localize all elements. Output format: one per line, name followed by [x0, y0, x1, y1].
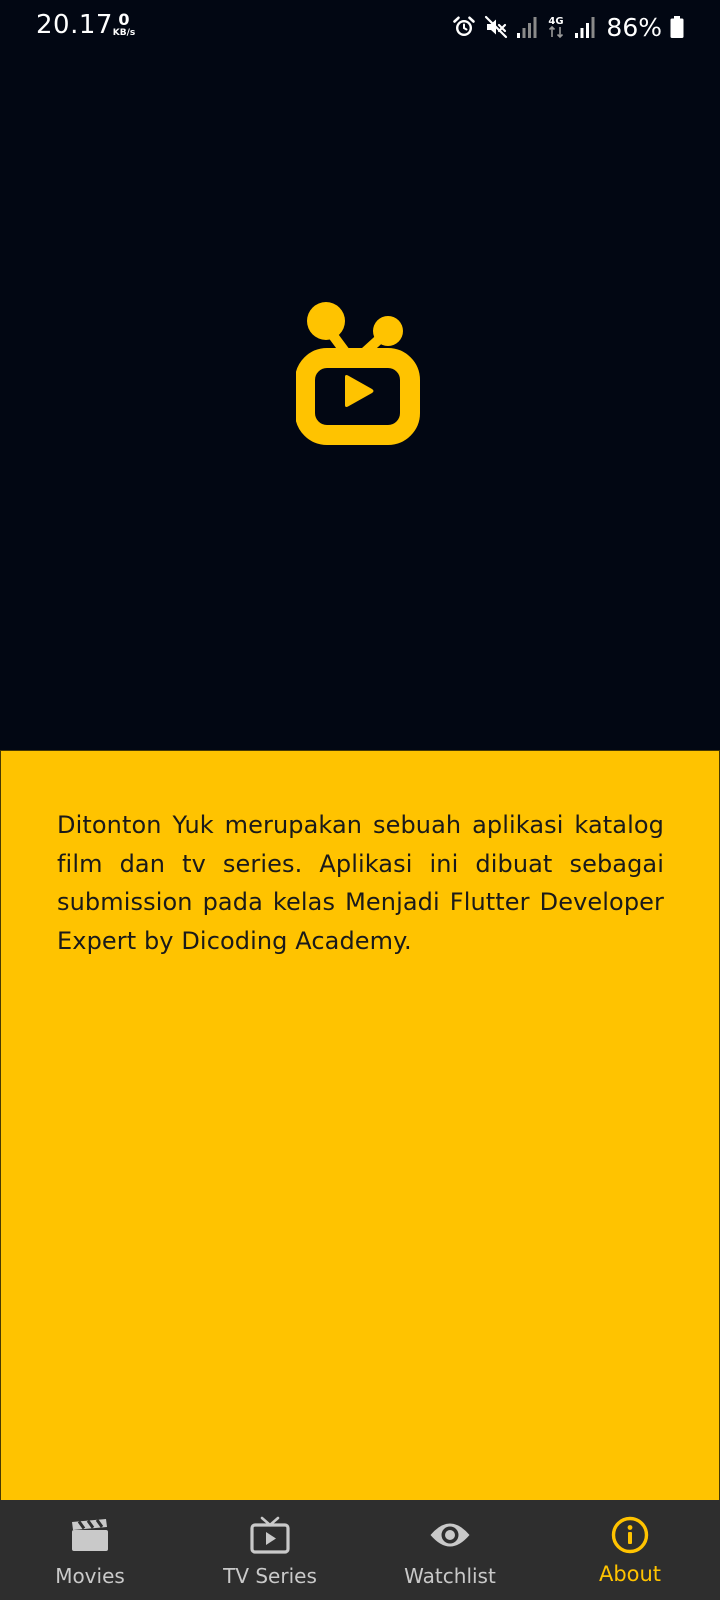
- network-speed-value: 0: [118, 10, 130, 29]
- tv-icon: [249, 1514, 291, 1556]
- tv-play-logo-icon: [296, 302, 420, 445]
- network-speed-unit: KB/s: [112, 28, 136, 38]
- about-screen: 20.17 0 KB/s 4G 86% Ditonton Yuk merupak…: [0, 0, 720, 1600]
- nav-item-about[interactable]: About: [540, 1500, 720, 1600]
- network-speed: 0 KB/s: [110, 12, 138, 38]
- nav-item-watchlist[interactable]: Watchlist: [360, 1500, 540, 1600]
- mute-icon: [484, 15, 508, 39]
- nav-label-about: About: [598, 1562, 662, 1586]
- 4g-data-icon: 4G: [546, 14, 566, 40]
- hero-banner: [0, 56, 720, 750]
- network-type: 4G: [549, 16, 564, 27]
- about-panel: Ditonton Yuk merupakan sebuah aplikasi k…: [0, 750, 720, 1500]
- eye-icon: [429, 1514, 471, 1556]
- signal-icon: [574, 15, 596, 39]
- status-bar: 20.17 0 KB/s 4G 86%: [0, 0, 720, 56]
- battery-icon: [670, 15, 684, 39]
- status-icons: 4G 86%: [452, 12, 684, 42]
- nav-label-watchlist: Watchlist: [404, 1564, 496, 1588]
- status-time: 20.17: [36, 10, 113, 40]
- alarm-icon: [452, 15, 476, 39]
- nav-item-tv-series[interactable]: TV Series: [180, 1500, 360, 1600]
- info-icon: [609, 1514, 651, 1556]
- nav-label-tv-series: TV Series: [223, 1564, 317, 1588]
- about-description: Ditonton Yuk merupakan sebuah aplikasi k…: [57, 811, 664, 955]
- battery-percent: 86%: [606, 12, 662, 42]
- clapperboard-icon: [69, 1514, 111, 1556]
- bottom-navigation: Movies TV Series Watchlist About: [0, 1500, 720, 1600]
- nav-item-movies[interactable]: Movies: [0, 1500, 180, 1600]
- nav-label-movies: Movies: [55, 1564, 125, 1588]
- signal-icon: [516, 15, 538, 39]
